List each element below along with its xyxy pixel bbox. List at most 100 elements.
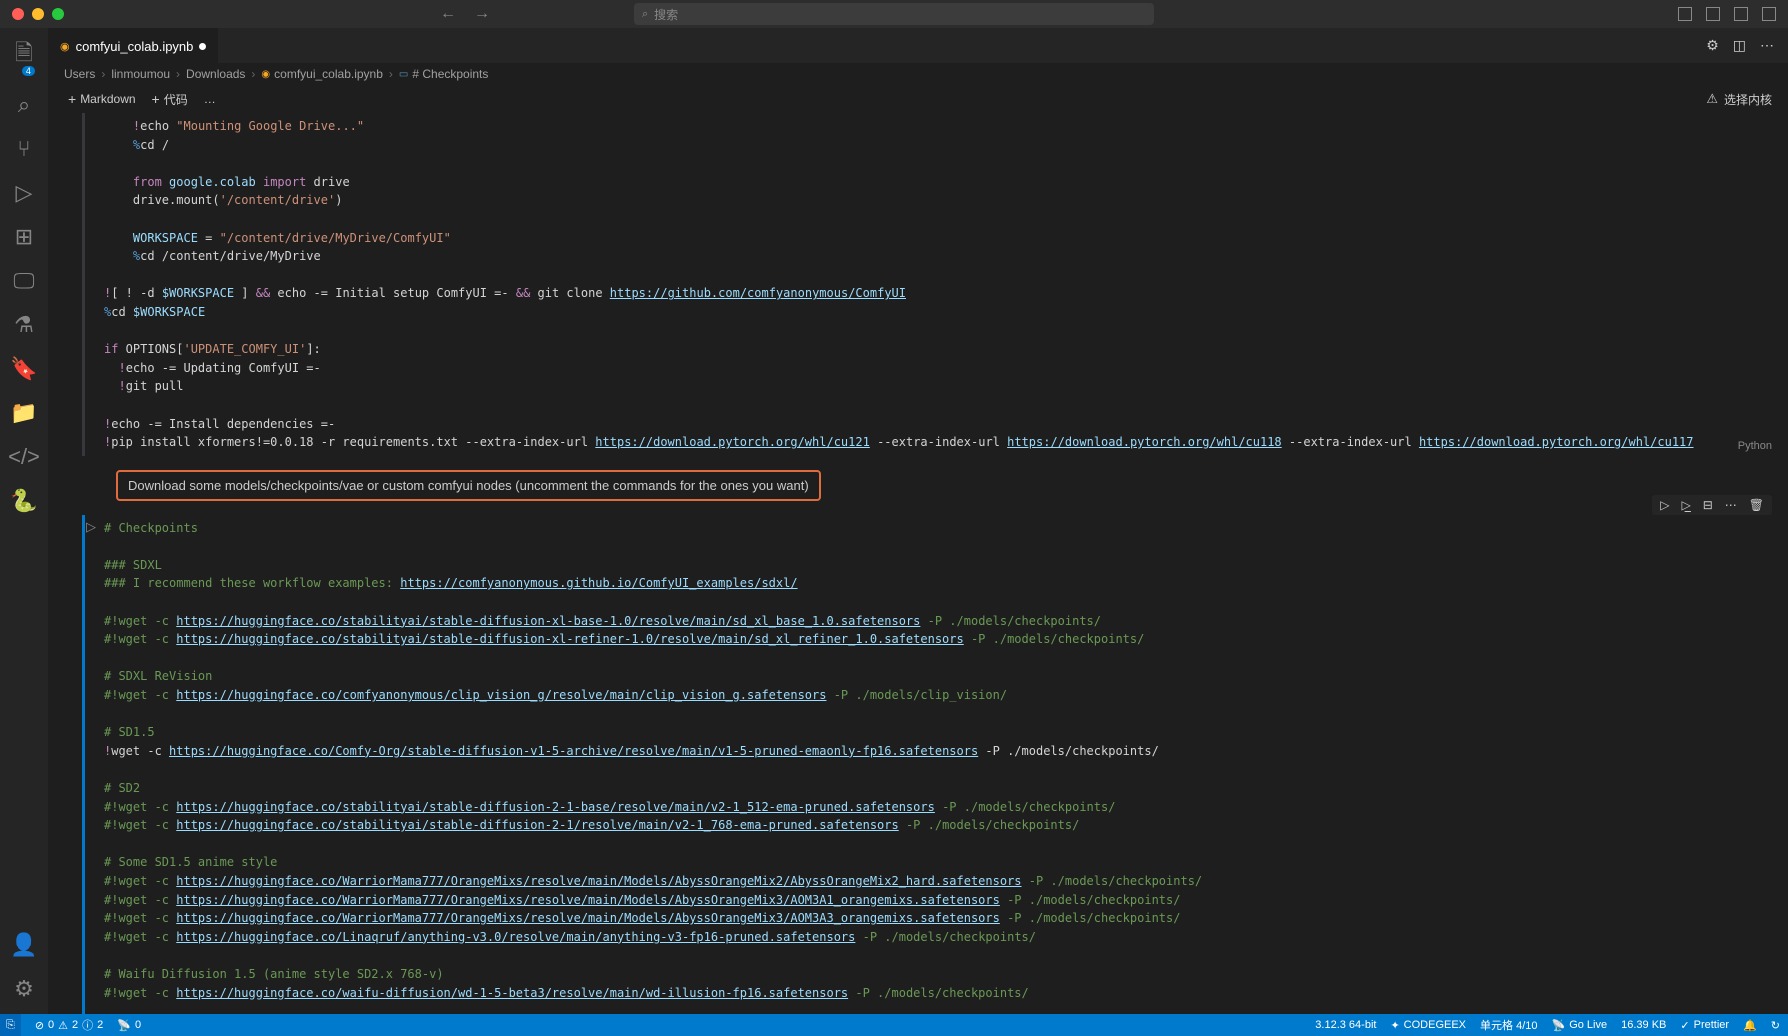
prettier-status[interactable]: ✓Prettier [1680, 1017, 1729, 1033]
dirty-indicator [199, 43, 206, 50]
toggle-primary-sidebar-icon[interactable] [1678, 7, 1692, 21]
navigation-arrows: ← → [440, 5, 490, 23]
chevron-right-icon: › [176, 67, 180, 81]
extensions-icon[interactable]: ⊞ [15, 224, 33, 250]
add-code-button[interactable]: +代码 [148, 89, 192, 110]
language-label[interactable]: Python [1738, 440, 1772, 452]
cell-body[interactable]: ▷ ▷̲ ⊟ ⋯ 🗑 # Checkpoints ### SDXL ### I … [104, 515, 1788, 1014]
breadcrumb: Users › linmoumou › Downloads › ◉comfyui… [48, 63, 1788, 85]
jupyter-icon: ◉ [60, 40, 70, 53]
cell-gutter [48, 464, 104, 507]
accounts-icon[interactable]: 👤 [10, 932, 37, 958]
more-cell-actions-icon[interactable]: ⋯ [1725, 498, 1737, 512]
markdown-cell-download: Download some models/checkpoints/vae or … [48, 464, 1788, 507]
problems-status[interactable]: ⊘0 ⚠2 ⓘ2 [35, 1017, 103, 1033]
plus-icon: + [152, 91, 160, 107]
editor-tab-actions: ⚙ ◫ ⋯ [1706, 28, 1788, 63]
file-size-status[interactable]: 16.39 KB [1621, 1017, 1666, 1033]
search-placeholder: 搜索 [654, 6, 678, 23]
execute-above-icon[interactable]: ▷̲ [1681, 498, 1690, 512]
notifications-icon[interactable]: 🔔 [1743, 1017, 1757, 1033]
run-by-line-icon[interactable]: ▷ [1660, 498, 1669, 512]
activity-bar: 🗎4 ⌕ ⑂ ▷ ⊞ 🖵 ⚗ 🔖 📁 </> 🐍 👤 ⚙ [0, 28, 48, 1014]
kernel-selector[interactable]: ⚠ 选择内核 [1706, 91, 1772, 108]
error-icon: ⊘ [35, 1019, 44, 1032]
cell-stripe-active [82, 515, 85, 1014]
breadcrumb-downloads[interactable]: Downloads [186, 67, 245, 81]
warning-icon: ⚠ [58, 1019, 68, 1032]
go-live-status[interactable]: 📡Go Live [1552, 1017, 1608, 1033]
window-controls [12, 8, 64, 20]
editor-tabs: ◉ comfyui_colab.ipynb ⚙ ◫ ⋯ [48, 28, 1788, 63]
code-content[interactable]: !echo "Mounting Google Drive..." %cd / f… [104, 113, 1772, 456]
split-editor-icon[interactable]: ◫ [1733, 37, 1746, 54]
bookmarks-icon[interactable]: 🔖 [10, 356, 37, 382]
toggle-panel-icon[interactable] [1706, 7, 1720, 21]
add-markdown-button[interactable]: +Markdown [64, 89, 140, 109]
maximize-window-button[interactable] [52, 8, 64, 20]
sparkle-icon: ✦ [1390, 1019, 1399, 1032]
tab-comfyui-colab[interactable]: ◉ comfyui_colab.ipynb [48, 28, 218, 63]
python-version-status[interactable]: 3.12.3 64-bit [1315, 1017, 1376, 1033]
breadcrumb-checkpoints[interactable]: ▭# Checkpoints [399, 67, 489, 81]
plus-icon: + [68, 91, 76, 107]
feedback-icon[interactable]: ↻ [1771, 1017, 1780, 1033]
kernel-icon: ⚠ [1706, 91, 1718, 107]
kernel-label: 选择内核 [1724, 91, 1772, 108]
markdown-heading-highlighted: Download some models/checkpoints/vae or … [116, 470, 821, 501]
broadcast-icon: 📡 [1552, 1019, 1566, 1032]
cell-body[interactable]: !echo "Mounting Google Drive..." %cd / f… [104, 113, 1788, 456]
breadcrumb-file[interactable]: ◉comfyui_colab.ipynb [261, 67, 382, 81]
breadcrumb-linmoumou[interactable]: linmoumou [111, 67, 170, 81]
code-cell-1: !echo "Mounting Google Drive..." %cd / f… [48, 113, 1788, 456]
jupyter-icon: ◉ [261, 69, 270, 80]
chevron-right-icon: › [389, 67, 393, 81]
customize-layout-icon[interactable] [1762, 7, 1776, 21]
breadcrumb-users[interactable]: Users [64, 67, 95, 81]
info-icon: ⓘ [82, 1017, 93, 1033]
search-activity-icon[interactable]: ⌕ [18, 92, 30, 118]
cell-gutter: ▷ [48, 515, 104, 1014]
cell-gutter [48, 113, 104, 456]
remote-explorer-icon[interactable]: 🖵 [13, 268, 34, 294]
python-icon[interactable]: 🐍 [10, 488, 37, 514]
code-cell-2: ▷ ▷ ▷̲ ⊟ ⋯ 🗑 # Checkpoints ### SDXL ### … [48, 515, 1788, 1014]
source-control-icon[interactable]: ⑂ [17, 136, 30, 162]
minimize-window-button[interactable] [32, 8, 44, 20]
cell-stripe [82, 113, 85, 456]
split-cell-icon[interactable]: ⊟ [1703, 498, 1713, 512]
run-cell-button[interactable]: ▷ [86, 519, 96, 1014]
markdown-body[interactable]: Download some models/checkpoints/vae or … [104, 464, 1788, 507]
folder-icon[interactable]: 📁 [10, 400, 37, 426]
settings-gear-icon[interactable]: ⚙ [14, 976, 34, 1002]
cell-toolbar: ▷ ▷̲ ⊟ ⋯ 🗑 [1652, 495, 1772, 515]
toolbar-more-button[interactable]: … [200, 90, 220, 108]
notebook-toolbar: +Markdown +代码 … ⚠ 选择内核 [48, 85, 1788, 113]
close-window-button[interactable] [12, 8, 24, 20]
cells-status[interactable]: 单元格 4/10 [1480, 1017, 1537, 1033]
explorer-icon[interactable]: 🗎4 [15, 36, 33, 74]
notebook-content[interactable]: !echo "Mounting Google Drive..." %cd / f… [48, 113, 1788, 1014]
ports-status[interactable]: 📡0 [117, 1019, 141, 1032]
code-content[interactable]: # Checkpoints ### SDXL ### I recommend t… [104, 515, 1772, 1014]
compare-icon[interactable]: ⚙ [1706, 37, 1719, 54]
check-icon: ✓ [1680, 1019, 1689, 1032]
remote-indicator[interactable]: ⎘ [0, 1014, 21, 1036]
more-actions-icon[interactable]: ⋯ [1760, 37, 1774, 54]
chevron-right-icon: › [101, 67, 105, 81]
radio-icon: 📡 [117, 1019, 131, 1032]
search-icon: ⌕ [642, 8, 648, 21]
toggle-secondary-sidebar-icon[interactable] [1734, 7, 1748, 21]
markdown-icon: ▭ [399, 69, 408, 80]
nav-forward-button[interactable]: → [474, 5, 490, 23]
layout-controls [1678, 7, 1776, 21]
testing-icon[interactable]: ⚗ [14, 312, 34, 338]
delete-cell-icon[interactable]: 🗑 [1749, 498, 1764, 512]
nav-back-button[interactable]: ← [440, 5, 456, 23]
code-icon[interactable]: </> [8, 444, 40, 470]
chevron-right-icon: › [251, 67, 255, 81]
tab-filename: comfyui_colab.ipynb [76, 39, 194, 54]
command-center-search[interactable]: ⌕ 搜索 [634, 3, 1154, 25]
run-debug-icon[interactable]: ▷ [16, 180, 33, 206]
codegeex-status[interactable]: ✦CODEGEEX [1390, 1017, 1466, 1033]
